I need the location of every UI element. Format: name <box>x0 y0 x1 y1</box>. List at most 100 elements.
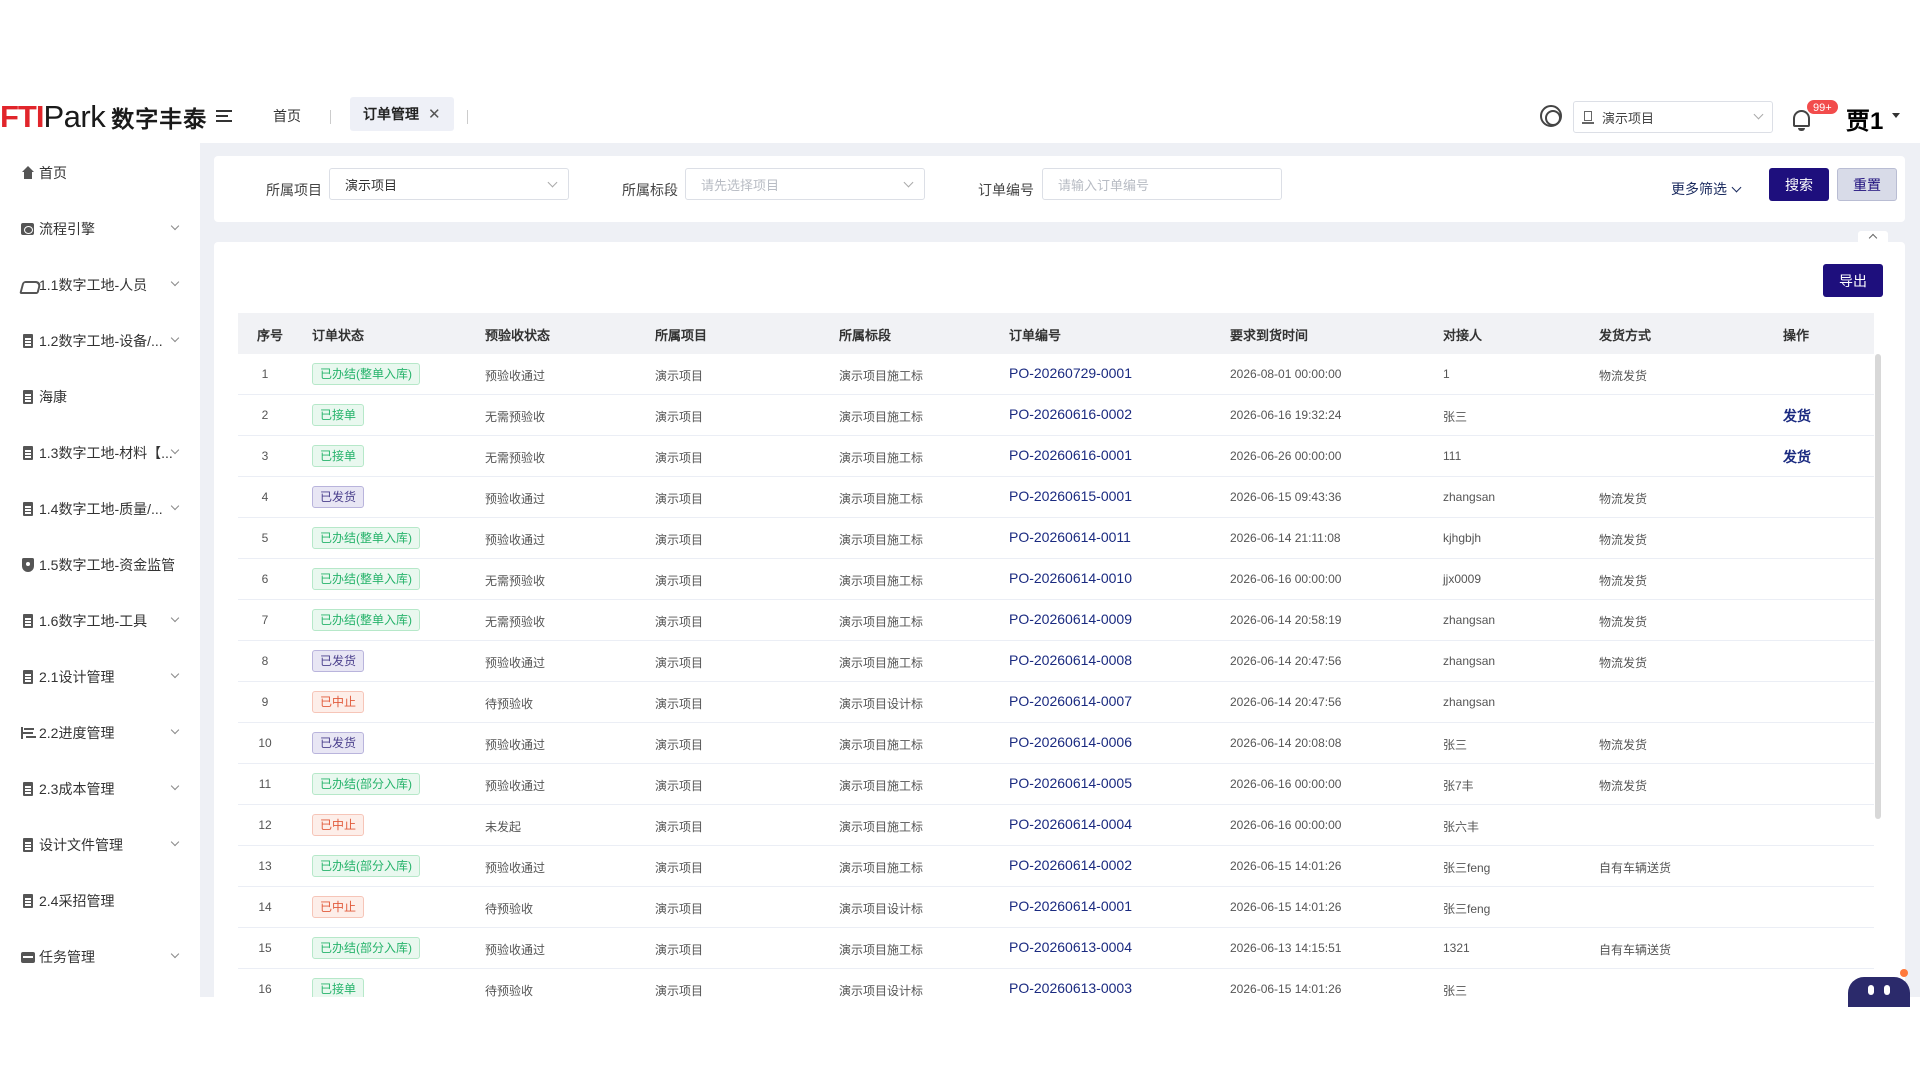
column-header: 预验收状态 <box>485 328 551 343</box>
table-row[interactable]: 12 已中止 未发起 演示项目 演示项目施工标 PO-20260614-0004 2026-… <box>238 805 1874 846</box>
order-number-link[interactable]: PO-20260614-0004 <box>1009 816 1132 832</box>
user-avatar[interactable]: 贾1 <box>1846 101 1883 136</box>
contact-person: jjx0009 <box>1443 572 1482 586</box>
pre-acceptance-status: 待预验收 <box>485 984 534 997</box>
order-number-link[interactable]: PO-20260614-0007 <box>1009 693 1132 709</box>
export-button[interactable]: 导出 <box>1823 264 1883 297</box>
order-number-link[interactable]: PO-20260729-0001 <box>1009 365 1132 381</box>
shipping-method: 物流发货 <box>1599 656 1648 670</box>
table-row[interactable]: 14 已中止 待预验收 演示项目 演示项目设计标 PO-20260614-0001 2026… <box>238 887 1874 928</box>
sidebar-item-home[interactable]: 首页 <box>0 153 200 193</box>
tab-divider <box>467 110 468 124</box>
reset-button[interactable]: 重置 <box>1837 168 1897 201</box>
table-row[interactable]: 10 已发货 预验收通过 演示项目 演示项目施工标 PO-20260614-0006 202… <box>238 723 1874 764</box>
order-number-link[interactable]: PO-20260614-0011 <box>1009 529 1131 545</box>
ship-action-button[interactable]: 发货 <box>1783 406 1811 426</box>
sidebar-item-task-management[interactable]: 任务管理 <box>0 937 200 977</box>
sidebar-item-site-materials[interactable]: 1.3数字工地-材料【... <box>0 433 200 473</box>
project-cell: 演示项目 <box>655 533 704 547</box>
order-number-link[interactable]: PO-20260613-0004 <box>1009 939 1132 955</box>
sidebar-item-site-personnel[interactable]: 1.1数字工地-人员 <box>0 265 200 305</box>
table-row[interactable]: 2 已接单 无需预验收 演示项目 演示项目施工标 PO-20260616-0002 2026… <box>238 395 1874 436</box>
column-header: 订单状态 <box>312 328 365 343</box>
table-row[interactable]: 16 已接单 待预验收 演示项目 演示项目设计标 PO-20260613-0003 2026… <box>238 969 1874 997</box>
sidebar-item-flow-engine[interactable]: 流程引擎 <box>0 209 200 249</box>
logo[interactable]: FTI Park 数字丰泰 <box>0 99 207 135</box>
table-row[interactable]: 7 已办结(整单入库) 无需预验收 演示项目 演示项目施工标 PO-20260614-00… <box>238 600 1874 641</box>
caret-down-icon[interactable] <box>1892 113 1900 118</box>
table-row[interactable]: 5 已办结(整单入库) 预验收通过 演示项目 演示项目施工标 PO-20260614-00… <box>238 518 1874 559</box>
column-header: 发货方式 <box>1599 328 1652 343</box>
row-index: 14 <box>258 900 272 914</box>
main-content: 所属项目 演示项目 所属标段 请先选择项目 订单编号 请输入订单编号 更多筛选 … <box>200 143 1920 997</box>
order-number-link[interactable]: PO-20260616-0001 <box>1009 447 1132 463</box>
menu-toggle-icon[interactable] <box>216 107 236 127</box>
table-row[interactable]: 4 已发货 预验收通过 演示项目 演示项目施工标 PO-20260615-0001 2026… <box>238 477 1874 518</box>
project-select[interactable]: 演示项目 <box>1573 101 1773 133</box>
contact-person: 张三feng <box>1443 861 1491 875</box>
row-index: 3 <box>261 449 269 463</box>
ship-action-button[interactable]: 发货 <box>1783 447 1811 467</box>
close-icon[interactable]: ✕ <box>428 105 441 123</box>
table-row[interactable]: 9 已中止 待预验收 演示项目 演示项目设计标 PO-20260614-0007 2026-… <box>238 682 1874 723</box>
tab-home[interactable]: 首页 <box>273 106 301 126</box>
more-filters-button[interactable]: 更多筛选 <box>1671 179 1742 199</box>
table-row[interactable]: 1 已办结(整单入库) 预验收通过 演示项目 演示项目施工标 PO-20260729-00… <box>238 354 1874 395</box>
section-cell: 演示项目施工标 <box>839 574 924 588</box>
sidebar-item-hikvision[interactable]: 海康 <box>0 377 200 417</box>
row-index: 4 <box>261 490 269 504</box>
help-icon[interactable] <box>1540 105 1562 127</box>
order-number-link[interactable]: PO-20260616-0002 <box>1009 406 1132 422</box>
order-number-link[interactable]: PO-20260614-0001 <box>1009 898 1132 914</box>
tab-order-management[interactable]: 订单管理 ✕ <box>350 97 454 131</box>
section-filter-select[interactable]: 请先选择项目 <box>685 168 925 200</box>
table-row[interactable]: 8 已发货 预验收通过 演示项目 演示项目施工标 PO-20260614-0008 2026… <box>238 641 1874 682</box>
sidebar-item-cost-management[interactable]: 2.3成本管理 <box>0 769 200 809</box>
chevron-down-icon <box>1731 182 1742 193</box>
column-header: 所属标段 <box>839 328 892 343</box>
chevron-down-icon <box>170 613 180 623</box>
sidebar-item-progress-management[interactable]: 2.2进度管理 <box>0 713 200 753</box>
order-status-tag: 已接单 <box>312 978 365 997</box>
search-button[interactable]: 搜索 <box>1769 168 1829 201</box>
order-number-link[interactable]: PO-20260613-0003 <box>1009 980 1132 996</box>
tab-divider <box>330 110 331 124</box>
sidebar-item-site-equipment[interactable]: 1.2数字工地-设备/... <box>0 321 200 361</box>
order-number-link[interactable]: PO-20260614-0006 <box>1009 734 1132 750</box>
chevron-down-icon <box>170 725 180 735</box>
table-row[interactable]: 15 已办结(部分入库) 预验收通过 演示项目 演示项目施工标 PO-20260613-0… <box>238 928 1874 969</box>
pre-acceptance-status: 无需预验收 <box>485 615 546 629</box>
sidebar-item-label: 任务管理 <box>39 949 95 965</box>
table-row[interactable]: 3 已接单 无需预验收 演示项目 演示项目施工标 PO-20260616-0001 2026… <box>238 436 1874 477</box>
sidebar-item-site-quality[interactable]: 1.4数字工地-质量/... <box>0 489 200 529</box>
project-cell: 演示项目 <box>655 738 704 752</box>
table-row[interactable]: 13 已办结(部分入库) 预验收通过 演示项目 演示项目施工标 PO-20260614-0… <box>238 846 1874 887</box>
table-row[interactable]: 6 已办结(整单入库) 无需预验收 演示项目 演示项目施工标 PO-20260614-00… <box>238 559 1874 600</box>
order-status-tag: 已中止 <box>312 896 365 918</box>
order-number-input[interactable]: 请输入订单编号 <box>1042 168 1282 200</box>
table-scrollbar[interactable] <box>1875 354 1881 819</box>
order-number-link[interactable]: PO-20260614-0008 <box>1009 652 1132 668</box>
sidebar-item-site-tools[interactable]: 1.6数字工地-工具 <box>0 601 200 641</box>
order-number-link[interactable]: PO-20260614-0002 <box>1009 857 1132 873</box>
sidebar-item-design-files[interactable]: 设计文件管理 <box>0 825 200 865</box>
column-header: 序号 <box>257 328 284 343</box>
required-arrival-time: 2026-06-16 00:00:00 <box>1230 818 1342 832</box>
order-number-link[interactable]: PO-20260614-0009 <box>1009 611 1132 627</box>
order-number-link[interactable]: PO-20260614-0010 <box>1009 570 1132 586</box>
shipping-method: 物流发货 <box>1599 533 1648 547</box>
top-header: FTI Park 数字丰泰 首页 订单管理 ✕ 演示项目 99+ 贾1 <box>0 91 1920 143</box>
table-row[interactable]: 11 已办结(部分入库) 预验收通过 演示项目 演示项目施工标 PO-20260614-0… <box>238 764 1874 805</box>
pre-acceptance-status: 未发起 <box>485 820 522 834</box>
order-status-tag: 已中止 <box>312 814 365 836</box>
column-header: 要求到货时间 <box>1230 328 1309 343</box>
sidebar-item-procurement[interactable]: 2.4采招管理 <box>0 881 200 921</box>
sidebar-item-label: 2.4采招管理 <box>39 893 115 909</box>
chevron-down-icon <box>170 949 180 959</box>
assistant-robot-icon[interactable] <box>1848 969 1910 1007</box>
order-number-link[interactable]: PO-20260615-0001 <box>1009 488 1132 504</box>
order-number-link[interactable]: PO-20260614-0005 <box>1009 775 1132 791</box>
sidebar-item-site-funds[interactable]: 1.5数字工地-资金监管 <box>0 545 200 585</box>
project-filter-select[interactable]: 演示项目 <box>329 168 569 200</box>
sidebar-item-design-management[interactable]: 2.1设计管理 <box>0 657 200 697</box>
